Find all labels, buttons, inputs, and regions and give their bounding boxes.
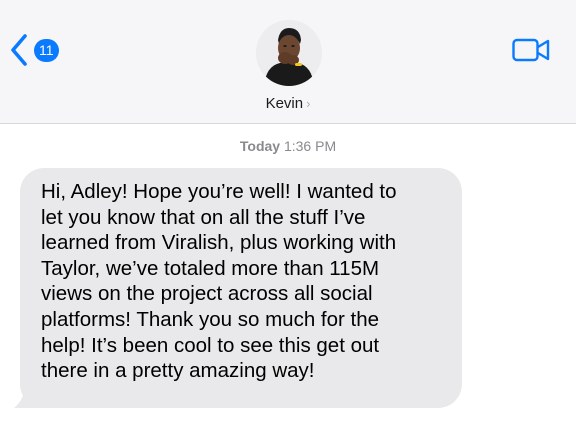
message-line: there in a pretty amazing way! <box>41 359 315 383</box>
message-line: learned from Viralish, plus working with <box>41 231 397 255</box>
message-line: help! It’s been cool to see this get out <box>41 333 380 357</box>
avatar-photo <box>256 20 322 86</box>
timestamp-time: 1:36 PM <box>283 138 337 154</box>
messages-conversation-screen: 11 Kevin › Today 1:36 PM Hi, Adley! Hope… <box>0 0 576 436</box>
facetime-video-button[interactable] <box>512 37 550 63</box>
message-line: platforms! Thank you so much for the <box>41 307 380 331</box>
chevron-left-icon <box>11 34 27 66</box>
contact-avatar[interactable] <box>256 20 322 86</box>
back-button[interactable]: 11 <box>8 32 59 68</box>
message-line: Taylor, we’ve totaled more than 115M <box>41 256 380 280</box>
message-timestamp: Today 1:36 PM <box>0 138 576 154</box>
unread-count-badge: 11 <box>34 38 59 62</box>
message-line: let you know that on all the stuff I’ve <box>41 205 366 229</box>
conversation-header: 11 Kevin › <box>0 0 576 124</box>
incoming-message: Hi, Adley! Hope you’re well! I wanted to… <box>12 168 462 408</box>
message-line: Hi, Adley! Hope you’re well! I wanted to <box>41 180 397 203</box>
message-bubble[interactable]: Hi, Adley! Hope you’re well! I wanted to… <box>20 168 462 408</box>
message-line: views on the project across all social <box>41 282 373 306</box>
video-camera-icon <box>512 38 550 62</box>
chevron-right-icon: › <box>306 96 311 111</box>
contact-name-button[interactable]: Kevin › <box>0 95 576 112</box>
contact-name: Kevin <box>265 95 304 112</box>
timestamp-day: Today <box>239 138 281 154</box>
